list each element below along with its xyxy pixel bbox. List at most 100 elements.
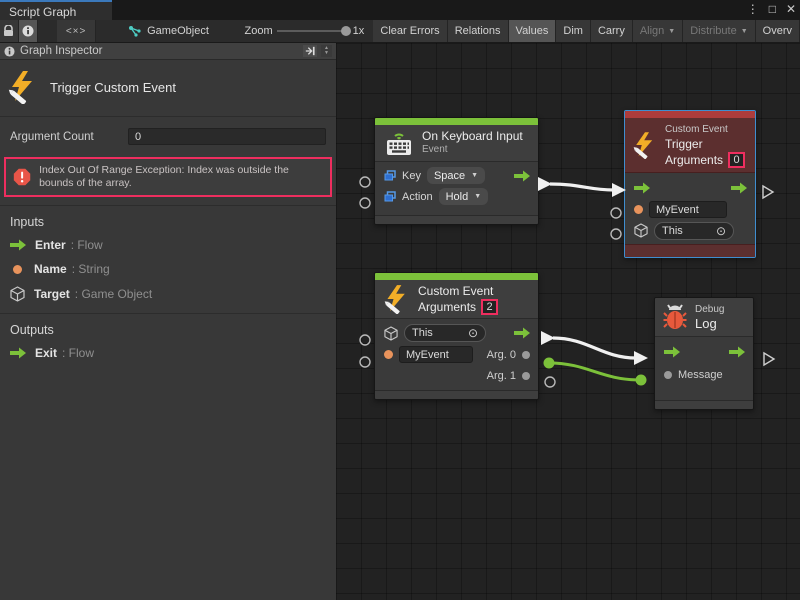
arg1-output-port[interactable] <box>522 372 530 380</box>
node-custom-event[interactable]: Custom Event Arguments 2 This ⊙ <box>374 272 539 400</box>
flow-output-port[interactable] <box>514 170 530 182</box>
action-value: Hold <box>446 191 469 203</box>
zoom-value: 1x <box>353 25 365 37</box>
keyboard-input-icon <box>384 130 414 156</box>
node-on-keyboard-input[interactable]: On Keyboard Input Event Key Space ▼ <box>374 117 539 225</box>
target-value: This <box>662 225 683 237</box>
graph-inspector-panel: Trigger Custom Event Argument Count Inde… <box>0 60 336 600</box>
key-dropdown[interactable]: Space ▼ <box>427 167 485 184</box>
node-trigger-custom-event[interactable]: Custom Event Trigger Arguments 0 <box>624 110 756 258</box>
arguments-label: Arguments <box>665 153 723 168</box>
arg1-label: Arg. 1 <box>487 370 516 382</box>
flow-arrow-icon <box>10 347 26 359</box>
error-message-text: Index Out Of Range Exception: Index was … <box>39 164 323 190</box>
event-name-input[interactable] <box>649 201 727 218</box>
object-picker-icon[interactable]: ⊙ <box>468 326 478 340</box>
chevron-down-icon: ▼ <box>471 172 478 179</box>
bug-icon <box>663 304 687 330</box>
port-type: : Flow <box>71 238 103 252</box>
cube-icon <box>10 286 25 302</box>
flow-output-port[interactable] <box>731 182 747 194</box>
maximize-icon[interactable]: □ <box>769 2 776 16</box>
node-subtitle: Event <box>422 143 523 157</box>
info-icon <box>22 25 34 37</box>
inputs-heading: Inputs <box>0 206 336 233</box>
output-row-exit: Exit : Flow <box>0 341 336 365</box>
chevron-down-icon: ▼ <box>668 28 675 35</box>
cube-icon[interactable] <box>384 326 398 341</box>
gameobject-graph-icon <box>128 25 142 37</box>
flow-arrow-icon <box>10 239 26 251</box>
graph-owner[interactable]: GameObject <box>122 20 215 42</box>
dim-button[interactable]: Dim <box>556 20 591 42</box>
string-port-icon[interactable] <box>384 350 393 359</box>
overview-button[interactable]: Overv <box>756 20 800 42</box>
dock-panel-icon[interactable] <box>303 45 317 57</box>
key-enum-icon <box>384 170 396 181</box>
flow-output-port[interactable] <box>729 346 745 358</box>
values-button[interactable]: Values <box>509 20 557 42</box>
flow-input-port[interactable] <box>664 346 680 358</box>
port-type: : Flow <box>62 346 94 360</box>
distribute-button[interactable]: Distribute ▼ <box>683 20 755 42</box>
target-dropdown[interactable]: This ⊙ <box>654 222 734 240</box>
node-debug-log[interactable]: Debug Log Message <box>654 297 754 410</box>
string-port-icon <box>13 265 22 274</box>
carry-button[interactable]: Carry <box>591 20 633 42</box>
object-picker-icon[interactable]: ⊙ <box>716 224 726 238</box>
key-label: Key <box>402 170 421 182</box>
inspector-node-title: Trigger Custom Event <box>50 80 176 95</box>
code-preview-button[interactable]: <×> <box>57 20 97 42</box>
graph-inspector-header: Graph Inspector ▲▼ <box>0 43 336 60</box>
action-label: Action <box>402 191 433 203</box>
zoom-slider-handle[interactable] <box>341 26 351 36</box>
port-name: Enter <box>35 238 66 252</box>
port-name: Target <box>34 287 70 301</box>
lock-button[interactable] <box>0 20 19 42</box>
action-dropdown[interactable]: Hold ▼ <box>439 188 489 205</box>
zoom-label: Zoom <box>245 25 273 37</box>
arguments-count-field[interactable]: 2 <box>481 299 498 315</box>
argument-count-input[interactable] <box>128 128 326 145</box>
error-color-bar <box>625 111 755 118</box>
port-name: Exit <box>35 346 57 360</box>
argument-count-label: Argument Count <box>10 131 128 143</box>
event-name-input[interactable] <box>399 346 473 363</box>
target-dropdown[interactable]: This ⊙ <box>404 324 486 342</box>
flow-output-port[interactable] <box>514 327 530 339</box>
tab-bar: Script Graph ⋮ □ ✕ <box>0 0 800 20</box>
cube-icon[interactable] <box>634 223 648 238</box>
flow-input-port[interactable] <box>634 182 650 194</box>
node-title: Log <box>695 317 724 331</box>
error-octagon-icon <box>13 166 31 188</box>
close-icon[interactable]: ✕ <box>786 2 796 16</box>
node-title: On Keyboard Input <box>422 129 523 143</box>
menu-icon[interactable]: ⋮ <box>747 2 759 16</box>
outputs-heading: Outputs <box>0 314 336 341</box>
tab-script-graph[interactable]: Script Graph <box>0 0 112 20</box>
zoom-slider[interactable] <box>277 30 349 32</box>
arg0-output-port[interactable] <box>522 351 530 359</box>
arg0-label: Arg. 0 <box>487 349 516 361</box>
code-icon: <×> <box>66 26 87 37</box>
inspector-toggle-button[interactable] <box>19 20 38 42</box>
error-message-box: Index Out Of Range Exception: Index was … <box>4 157 332 197</box>
graph-canvas[interactable]: On Keyboard Input Event Key Space ▼ <box>336 43 800 600</box>
distribute-label: Distribute <box>690 25 736 37</box>
align-button[interactable]: Align ▼ <box>633 20 683 42</box>
clear-errors-button[interactable]: Clear Errors <box>373 20 447 42</box>
align-label: Align <box>640 25 664 37</box>
arguments-count-field[interactable]: 0 <box>728 152 745 168</box>
message-input-port[interactable] <box>664 371 672 379</box>
string-port-icon[interactable] <box>634 205 643 214</box>
event-color-bar <box>375 118 538 125</box>
relations-button[interactable]: Relations <box>448 20 509 42</box>
event-color-bar <box>375 273 538 280</box>
input-row-name: Name : String <box>0 257 336 281</box>
custom-event-icon <box>633 131 657 159</box>
panel-stepper[interactable]: ▲▼ <box>321 45 332 57</box>
node-title: Trigger <box>665 137 745 152</box>
graph-inspector-title: Graph Inspector <box>20 45 303 57</box>
graph-toolbar: <×> GameObject Zoom 1x Clear Errors Rela… <box>0 20 800 43</box>
input-row-enter: Enter : Flow <box>0 233 336 257</box>
